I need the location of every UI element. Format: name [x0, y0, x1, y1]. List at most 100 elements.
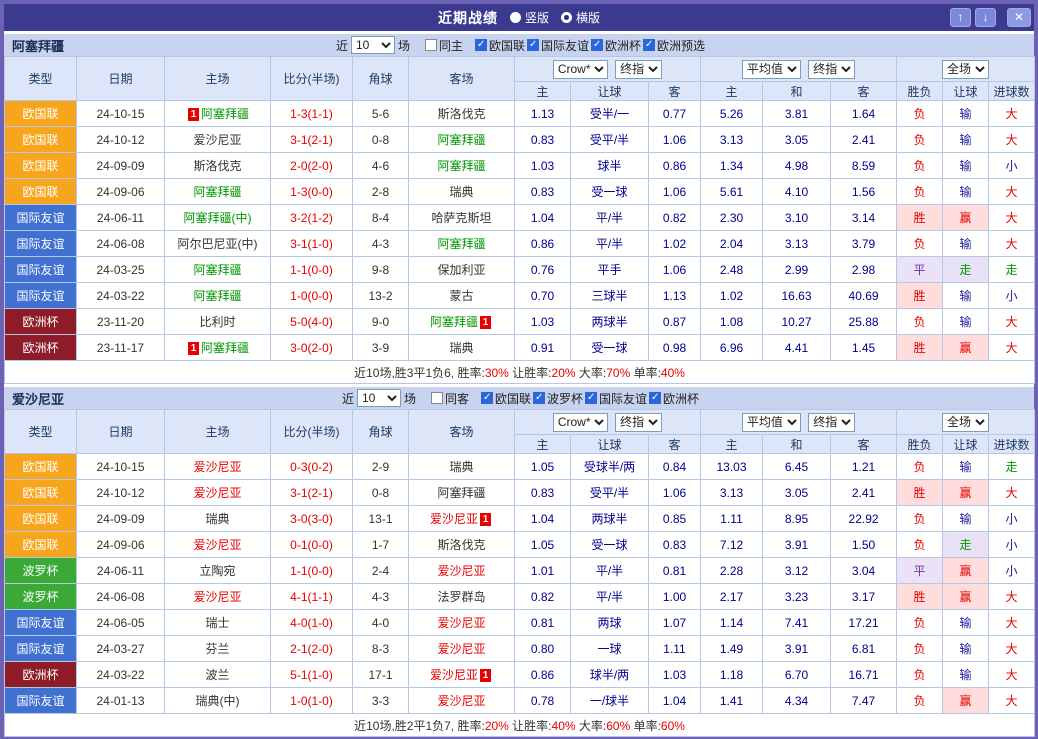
- cell-away-team: 阿塞拜疆: [409, 480, 515, 506]
- scope-select[interactable]: 全场: [942, 413, 989, 432]
- cell-date: 24-09-09: [77, 153, 165, 179]
- final-odds-select-2[interactable]: 终指: [808, 413, 855, 432]
- col-avg-home: 主: [701, 82, 763, 101]
- move-down-button[interactable]: ↓: [975, 8, 996, 27]
- checkbox-icon[interactable]: [431, 392, 443, 404]
- competition-checkbox[interactable]: 欧洲杯: [591, 37, 641, 54]
- radio-selected-icon[interactable]: [561, 12, 572, 23]
- checkbox-icon[interactable]: [585, 392, 597, 404]
- cell-corners: 4-3: [353, 231, 409, 257]
- cell-corners: 1-7: [353, 532, 409, 558]
- radio-vertical-layout[interactable]: 竖版: [510, 9, 549, 26]
- table-row: 欧国联24-10-12爱沙尼亚3-1(2-1)0-8阿塞拜疆0.83受平/半1.…: [5, 127, 1035, 153]
- cell-goals-result: 大: [989, 688, 1035, 714]
- cell-odds-away: 1.06: [649, 257, 701, 283]
- team-header: 阿塞拜疆 近 10 场 同主 欧国联国际友谊欧洲杯欧洲预选: [4, 34, 1034, 56]
- cell-avg-away: 2.41: [831, 480, 897, 506]
- competition-checkbox[interactable]: 国际友谊: [527, 37, 589, 54]
- cell-handicap: 一/球半: [571, 688, 649, 714]
- checkbox-icon[interactable]: [425, 39, 437, 51]
- col-odds-away: 客: [649, 435, 701, 454]
- cell-away-team: 瑞典: [409, 335, 515, 361]
- team-label: 芬兰: [205, 642, 229, 656]
- games-label: 场: [398, 37, 410, 54]
- col-goals: 进球数: [989, 435, 1035, 454]
- cell-home-team: 爱沙尼亚: [165, 532, 271, 558]
- cell-avg-draw: 7.41: [763, 610, 831, 636]
- col-avg-away: 客: [831, 435, 897, 454]
- col-avg-away: 客: [831, 82, 897, 101]
- cell-competition-type: 欧国联: [5, 101, 77, 127]
- competition-checkbox[interactable]: 欧洲杯: [649, 390, 699, 407]
- team-label: 阿塞拜疆: [437, 486, 485, 500]
- cell-avg-home: 13.03: [701, 454, 763, 480]
- cell-home-team: 阿塞拜疆(中): [165, 205, 271, 231]
- radio-horizontal-layout[interactable]: 横版: [561, 9, 600, 26]
- team-label: 保加利亚: [437, 263, 485, 277]
- move-up-button[interactable]: ↑: [950, 8, 971, 27]
- checkbox-icon[interactable]: [475, 39, 487, 51]
- cell-avg-draw: 4.10: [763, 179, 831, 205]
- cell-odds-home: 0.80: [515, 636, 571, 662]
- close-button[interactable]: ✕: [1007, 8, 1031, 27]
- cell-date: 24-09-06: [77, 179, 165, 205]
- checkbox-label: 同主: [439, 37, 463, 54]
- col-type: 类型: [5, 410, 77, 454]
- col-handicap-result: 让球: [943, 435, 989, 454]
- competition-checkbox[interactable]: 欧洲预选: [643, 37, 705, 54]
- bookmaker-select[interactable]: Crow*: [553, 413, 608, 432]
- average-select[interactable]: 平均值: [742, 413, 801, 432]
- checkbox-icon[interactable]: [591, 39, 603, 51]
- cell-result: 胜: [897, 205, 943, 231]
- cell-odds-away: 0.82: [649, 205, 701, 231]
- final-odds-select[interactable]: 终指: [615, 60, 662, 79]
- average-select[interactable]: 平均值: [742, 60, 801, 79]
- cell-score: 2-1(2-0): [271, 636, 353, 662]
- checkbox-icon[interactable]: [481, 392, 493, 404]
- cell-odds-home: 0.86: [515, 662, 571, 688]
- cell-handicap-result: 输: [943, 231, 989, 257]
- checkbox-icon[interactable]: [649, 392, 661, 404]
- cell-corners: 3-3: [353, 688, 409, 714]
- cell-home-team: 爱沙尼亚: [165, 480, 271, 506]
- summary-segment: 单率:: [630, 366, 661, 380]
- cell-result: 胜: [897, 283, 943, 309]
- final-odds-select-2[interactable]: 终指: [808, 60, 855, 79]
- cell-odds-away: 1.11: [649, 636, 701, 662]
- cell-score: 4-0(1-0): [271, 610, 353, 636]
- cell-corners: 0-8: [353, 480, 409, 506]
- cell-odds-away: 0.77: [649, 101, 701, 127]
- cell-home-team: 阿塞拜疆: [165, 179, 271, 205]
- cell-odds-away: 1.04: [649, 688, 701, 714]
- table-row: 欧国联24-10-15爱沙尼亚0-3(0-2)2-9瑞典1.05受球半/两0.8…: [5, 454, 1035, 480]
- cell-handicap: 受半/一: [571, 101, 649, 127]
- scope-select[interactable]: 全场: [942, 60, 989, 79]
- competition-checkbox[interactable]: 波罗杯: [533, 390, 583, 407]
- radio-icon[interactable]: [510, 12, 521, 23]
- cell-corners: 3-9: [353, 335, 409, 361]
- competition-checkbox[interactable]: 欧国联: [481, 390, 531, 407]
- final-odds-select[interactable]: 终指: [615, 413, 662, 432]
- match-count-select[interactable]: 10: [351, 36, 395, 54]
- cell-corners: 0-8: [353, 127, 409, 153]
- cell-avg-home: 1.14: [701, 610, 763, 636]
- bookmaker-select[interactable]: Crow*: [553, 60, 608, 79]
- cell-corners: 2-8: [353, 179, 409, 205]
- checkbox-label: 欧国联: [495, 390, 531, 407]
- checkbox-icon[interactable]: [643, 39, 655, 51]
- same-venue-checkbox[interactable]: 同主: [425, 37, 463, 54]
- competition-checkbox[interactable]: 国际友谊: [585, 390, 647, 407]
- checkbox-label: 欧洲杯: [605, 37, 641, 54]
- cell-corners: 13-2: [353, 283, 409, 309]
- cell-handicap-result: 输: [943, 636, 989, 662]
- team-label: 阿塞拜疆: [193, 185, 241, 199]
- cell-score: 3-1(2-1): [271, 127, 353, 153]
- checkbox-icon[interactable]: [527, 39, 539, 51]
- summary-text: 近10场,胜3平1负6, 胜率:30% 让胜率:20% 大率:70% 单率:40…: [354, 366, 685, 380]
- team-label: 法罗群岛: [437, 590, 485, 604]
- cell-avg-draw: 3.05: [763, 480, 831, 506]
- checkbox-icon[interactable]: [533, 392, 545, 404]
- match-count-select[interactable]: 10: [357, 389, 401, 407]
- competition-checkbox[interactable]: 欧国联: [475, 37, 525, 54]
- same-venue-checkbox[interactable]: 同客: [431, 390, 469, 407]
